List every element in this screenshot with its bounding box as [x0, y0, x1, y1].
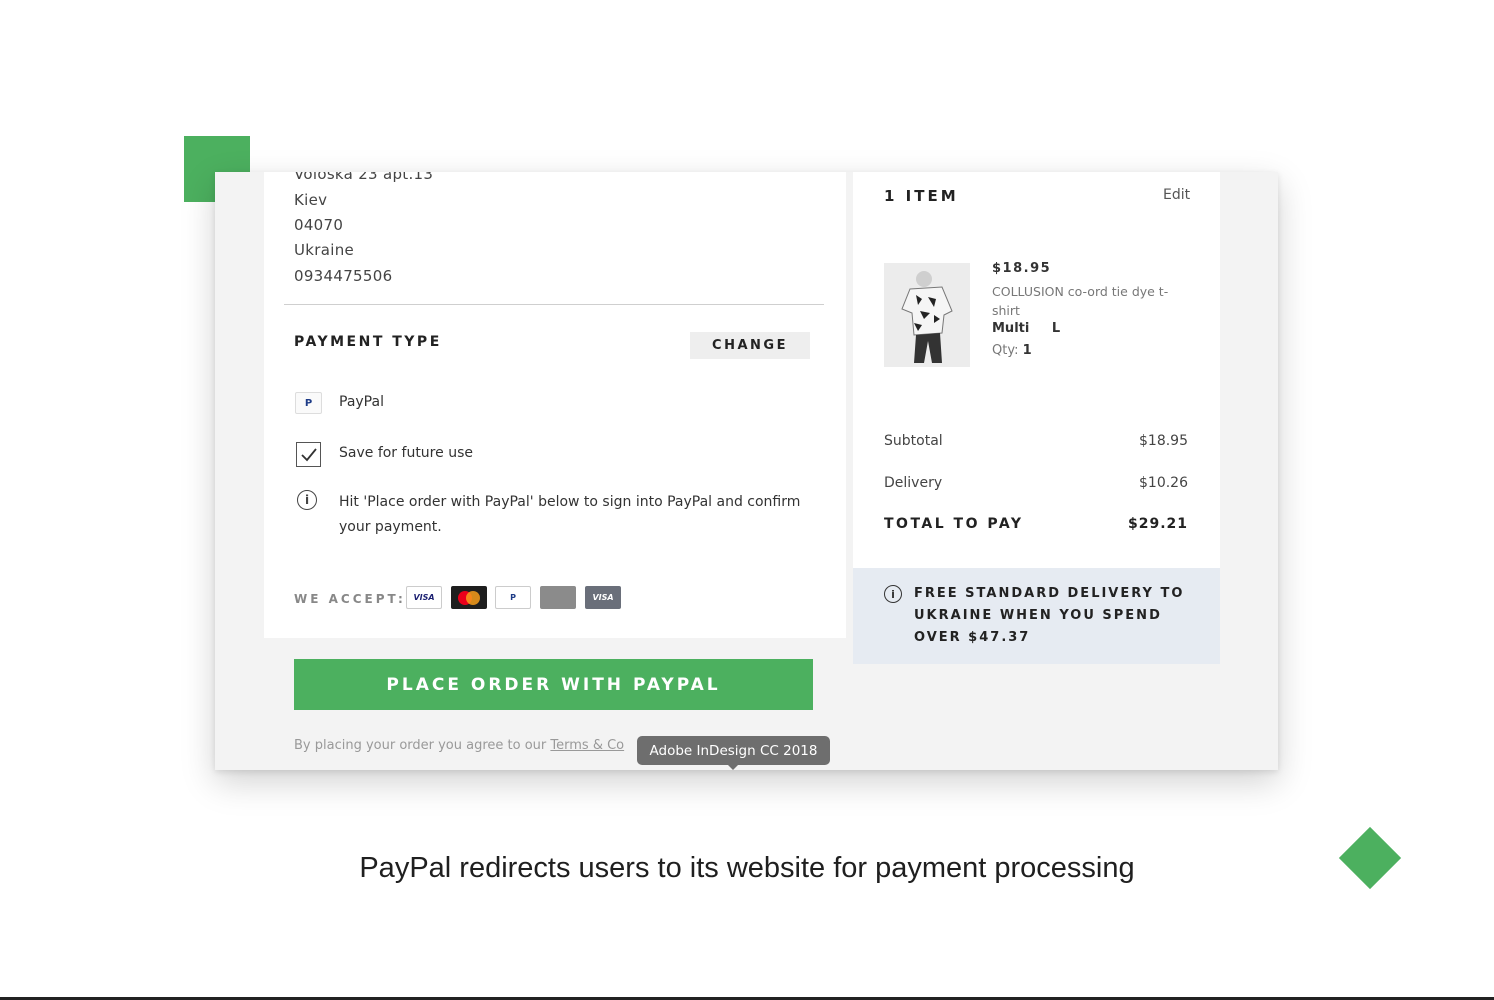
terms-link[interactable]: Terms & Co	[550, 738, 624, 753]
edit-cart-link[interactable]: Edit	[1163, 187, 1190, 203]
address-phone: 0934475506	[294, 267, 393, 285]
address-line1: Voloska 23 apt.13	[294, 172, 434, 183]
payment-type-title: PAYMENT TYPE	[294, 334, 442, 350]
product-color: Multi	[992, 321, 1030, 336]
slide: Voloska 23 apt.13 Kiev 04070 Ukraine 093…	[0, 0, 1494, 1000]
delivery-value: $10.26	[1139, 475, 1188, 491]
product-qty-label: Qty:	[992, 343, 1019, 358]
delivery-label: Delivery	[884, 475, 943, 491]
total-label: TOTAL TO PAY	[884, 516, 1024, 532]
save-for-future-label: Save for future use	[339, 445, 473, 461]
product-image	[884, 263, 970, 367]
product-qty: Qty: 1	[992, 343, 1032, 358]
checkout-screenshot: Voloska 23 apt.13 Kiev 04070 Ukraine 093…	[215, 172, 1278, 770]
tooltip-arrow	[727, 764, 739, 770]
place-order-button[interactable]: PLACE ORDER WITH PAYPAL	[294, 659, 813, 710]
amex-card-icon	[540, 586, 576, 609]
check-icon	[301, 448, 317, 462]
product-name: COLLUSION co-ord tie dye t-shirt	[992, 284, 1169, 318]
subtotal-label: Subtotal	[884, 433, 943, 449]
free-delivery-text: FREE STANDARD DELIVERY TO UKRAINE WHEN Y…	[914, 586, 1185, 645]
legal-text: By placing your order you agree to our T…	[294, 738, 625, 753]
product-price: $18.95	[992, 261, 1052, 276]
paypal-card-icon: P	[495, 586, 531, 609]
payment-panel: Voloska 23 apt.13 Kiev 04070 Ukraine 093…	[264, 172, 846, 638]
app-tooltip: Adobe InDesign CC 2018	[637, 736, 830, 765]
total-value: $29.21	[1127, 516, 1188, 532]
visa-electron-card-icon: VISA	[585, 586, 621, 609]
payment-method-label: PayPal	[339, 394, 384, 410]
free-delivery-banner: i FREE STANDARD DELIVERY TO UKRAINE WHEN…	[853, 568, 1220, 664]
change-payment-button[interactable]: CHANGE	[690, 332, 810, 359]
paypal-icon: P	[295, 392, 322, 414]
payment-info-text: Hit 'Place order with PayPal' below to s…	[339, 494, 801, 535]
visa-card-icon: VISA	[406, 586, 442, 609]
divider	[284, 304, 824, 305]
info-icon: i	[884, 585, 902, 603]
address-postcode: 04070	[294, 216, 344, 234]
product-variant: Multi L	[992, 321, 1060, 336]
address-country: Ukraine	[294, 241, 355, 259]
info-icon: i	[297, 490, 317, 510]
address-city: Kiev	[294, 191, 328, 209]
we-accept-label: WE ACCEPT:	[294, 592, 406, 606]
order-summary-panel: 1 ITEM Edit $18.95 COLLUSION co-ord tie …	[853, 172, 1220, 568]
slide-caption: PayPal redirects users to its website fo…	[359, 852, 1135, 884]
subtotal-value: $18.95	[1139, 433, 1188, 449]
product-qty-value: 1	[1022, 343, 1032, 358]
product-size: L	[1051, 321, 1061, 336]
mastercard-card-icon	[451, 586, 487, 609]
save-for-future-checkbox[interactable]	[296, 442, 321, 467]
item-count-title: 1 ITEM	[884, 187, 959, 205]
